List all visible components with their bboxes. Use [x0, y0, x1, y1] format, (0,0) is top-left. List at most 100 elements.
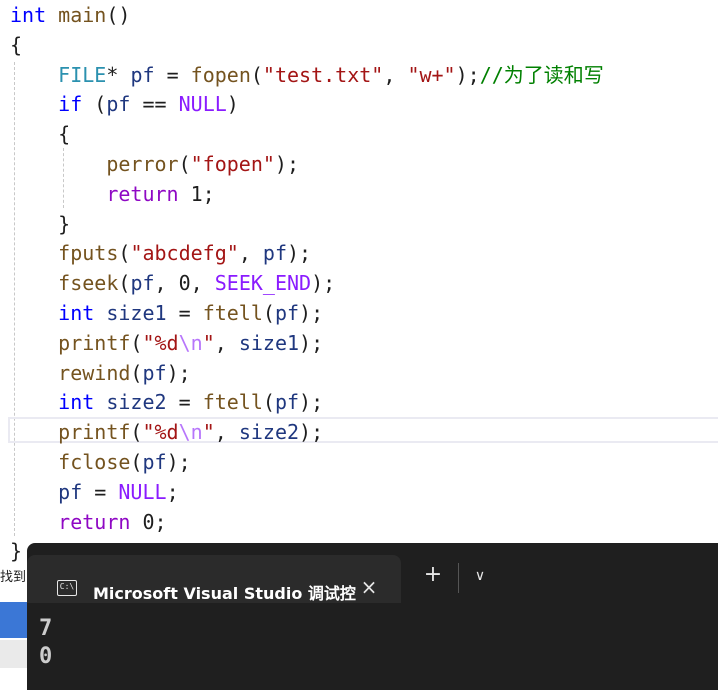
code-token: \n: [178, 330, 203, 355]
code-token: ,: [383, 62, 408, 87]
code-token: *: [106, 62, 131, 87]
code-token: );: [299, 330, 324, 355]
code-line[interactable]: fputs("abcdefg", pf);: [10, 238, 311, 268]
code-token: );: [299, 301, 324, 325]
tab-divider: [458, 563, 459, 593]
code-token: );: [311, 271, 336, 296]
code-token: (: [130, 420, 143, 445]
code-token: (: [130, 360, 143, 385]
code-token: );: [166, 450, 191, 474]
code-token: fopen: [190, 62, 251, 87]
code-token: }: [10, 211, 71, 236]
code-token: (: [118, 271, 131, 296]
code-token: size2: [106, 390, 167, 415]
code-token: perror: [106, 152, 179, 176]
code-line[interactable]: printf("%d\n", size2);: [10, 417, 323, 447]
code-token: pf: [274, 301, 300, 325]
console-output-line: 0: [39, 644, 53, 669]
code-line[interactable]: int main(): [10, 0, 130, 30]
code-token: size2: [238, 420, 300, 445]
code-token: //为了读和写: [479, 62, 604, 87]
sidebar-find-label: 找到: [0, 570, 27, 585]
code-token: (): [106, 3, 131, 27]
code-token: , 0,: [154, 271, 215, 296]
code-line[interactable]: fseek(pf, 0, SEEK_END);: [10, 268, 335, 298]
code-line[interactable]: {: [10, 119, 70, 149]
code-token: (: [262, 301, 275, 325]
code-token: 1;: [178, 181, 215, 206]
code-token: NULL: [178, 92, 227, 117]
code-token: pf: [106, 92, 131, 117]
code-token: ": [202, 330, 215, 355]
code-token: );: [166, 360, 191, 385]
code-token: printf: [58, 420, 131, 445]
code-token: {: [10, 122, 71, 147]
code-token: ftell: [202, 301, 263, 325]
code-token: (: [178, 152, 191, 176]
code-token: return: [58, 509, 131, 534]
code-line[interactable]: printf("%d\n", size1);: [10, 328, 323, 358]
code-token: }: [10, 539, 23, 564]
code-token: );: [287, 241, 312, 266]
code-token: );: [455, 62, 480, 87]
code-line[interactable]: rewind(pf);: [10, 358, 191, 388]
code-line[interactable]: if (pf == NULL): [10, 89, 239, 119]
code-token: =: [154, 62, 191, 87]
code-token: fseek: [58, 271, 119, 296]
close-icon[interactable]: ×: [357, 575, 381, 599]
code-token: ,: [214, 420, 239, 445]
code-line[interactable]: int size2 = ftell(pf);: [10, 387, 323, 417]
sidebar-selected-strip: [0, 602, 28, 638]
code-token: pf: [130, 62, 155, 87]
code-line[interactable]: }: [10, 209, 70, 239]
code-line[interactable]: return 1;: [10, 179, 215, 209]
code-token: "%d: [142, 330, 179, 355]
code-token: pf: [142, 450, 167, 474]
code-token: main: [58, 3, 107, 27]
code-token: pf: [58, 479, 83, 504]
code-token: (: [130, 330, 143, 355]
code-line[interactable]: {: [10, 30, 22, 60]
code-token: pf: [130, 271, 155, 296]
sidebar-strip: [0, 640, 28, 668]
code-token: \n: [178, 420, 203, 445]
code-token: ;: [166, 479, 179, 504]
code-token: fclose: [58, 450, 131, 474]
debug-console-window: C:\ Microsoft Visual Studio 调试控 × + ∨ 7 …: [27, 543, 718, 690]
code-token: ): [226, 92, 239, 117]
code-token: (: [262, 390, 275, 415]
code-token: pf: [262, 241, 287, 266]
code-token: SEEK_END: [214, 271, 312, 296]
code-line[interactable]: }: [10, 536, 22, 566]
code-token: ": [202, 420, 215, 445]
code-token: NULL: [118, 479, 167, 504]
code-line[interactable]: fclose(pf);: [10, 447, 191, 477]
code-token: );: [274, 152, 300, 176]
code-line[interactable]: perror("fopen");: [10, 149, 299, 179]
code-line[interactable]: pf = NULL;: [10, 477, 179, 507]
code-token: ftell: [202, 390, 263, 415]
code-token: int: [10, 3, 47, 27]
code-token: return: [106, 181, 179, 206]
new-tab-button[interactable]: +: [421, 563, 445, 587]
chevron-down-icon[interactable]: ∨: [469, 565, 491, 587]
code-token: pf: [142, 360, 167, 385]
code-token: "fopen": [190, 152, 275, 176]
console-tab[interactable]: C:\ Microsoft Visual Studio 调试控 ×: [27, 555, 401, 603]
code-line[interactable]: int size1 = ftell(pf);: [10, 298, 323, 328]
code-line[interactable]: return 0;: [10, 507, 166, 537]
code-token: int: [58, 301, 95, 325]
code-token: (: [250, 62, 263, 87]
console-tab-title: Microsoft Visual Studio 调试控: [93, 584, 356, 603]
code-line[interactable]: FILE* pf = fopen("test.txt", "w+");//为了读…: [10, 60, 604, 90]
